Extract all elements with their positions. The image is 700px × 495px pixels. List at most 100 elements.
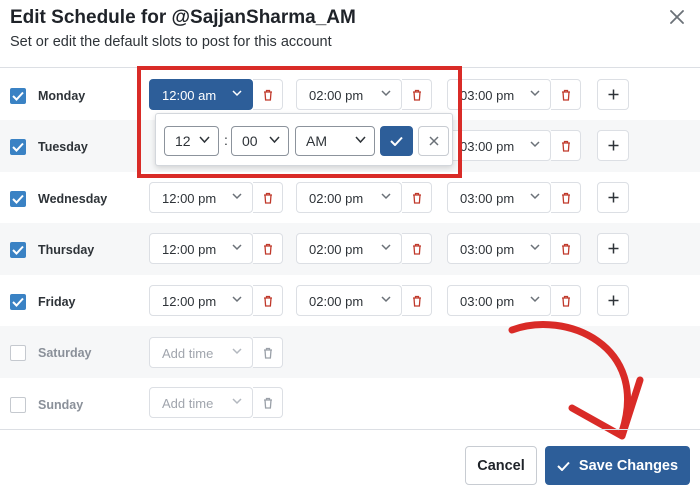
day-label-thursday: Thursday	[38, 243, 95, 257]
delete-slot-button[interactable]	[253, 285, 283, 316]
check-icon	[12, 297, 24, 307]
cancel-button[interactable]: Cancel	[465, 446, 537, 485]
delete-slot-button[interactable]	[551, 130, 581, 161]
plus-icon	[608, 295, 618, 306]
trash-icon	[263, 295, 272, 307]
time-slot-select[interactable]: 03:00 pm	[447, 130, 551, 161]
trash-icon	[561, 243, 570, 255]
time-slot-value: 02:00 pm	[309, 88, 364, 103]
time-slot-select[interactable]: 12:00 am	[149, 79, 253, 110]
close-button[interactable]	[664, 4, 690, 30]
time-slot-select[interactable]: 12:00 pm	[149, 285, 253, 316]
delete-slot-button[interactable]	[551, 79, 581, 110]
trash-icon	[263, 89, 272, 101]
delete-slot-button[interactable]	[551, 285, 581, 316]
plus-icon	[608, 140, 618, 151]
chevron-down-icon	[530, 244, 540, 251]
delete-slot-button[interactable]	[551, 182, 581, 213]
save-changes-button[interactable]: Save Changes	[545, 446, 690, 485]
chevron-down-icon	[381, 296, 391, 303]
checkbox-monday[interactable]	[10, 88, 26, 104]
checkbox-wednesday[interactable]	[10, 191, 26, 207]
add-time-placeholder: Add time	[162, 396, 214, 411]
checkmark-icon	[557, 461, 570, 471]
checkmark-icon	[390, 136, 403, 146]
dialog-subtitle: Set or edit the default slots to post fo…	[10, 34, 332, 50]
chevron-down-icon	[232, 398, 242, 405]
day-label-sunday: Sunday	[38, 398, 84, 412]
check-icon	[12, 142, 24, 152]
trash-icon	[412, 89, 421, 101]
checkbox-saturday[interactable]	[10, 345, 26, 361]
delete-slot-button[interactable]	[253, 182, 283, 213]
hour-select[interactable]: 12	[164, 126, 219, 156]
checkbox-sunday[interactable]	[10, 397, 26, 413]
chevron-down-icon	[199, 136, 210, 144]
minute-select[interactable]: 00	[231, 126, 289, 156]
chevron-down-icon	[381, 193, 391, 200]
time-slot-select[interactable]: 03:00 pm	[447, 79, 551, 110]
delete-slot-button[interactable]	[402, 285, 432, 316]
time-slot-select[interactable]: 02:00 pm	[296, 182, 402, 213]
time-slot-value: 12:00 pm	[162, 294, 217, 309]
hour-value: 12	[175, 133, 191, 149]
add-time-select[interactable]: Add time	[149, 387, 253, 418]
chevron-down-icon	[232, 244, 242, 251]
delete-slot-button[interactable]	[253, 387, 283, 418]
time-slot-select[interactable]: 02:00 pm	[296, 285, 402, 316]
confirm-time-button[interactable]	[380, 126, 413, 156]
add-slot-button[interactable]	[597, 233, 629, 264]
plus-icon	[608, 89, 618, 100]
chevron-down-icon	[232, 193, 242, 200]
delete-slot-button[interactable]	[253, 79, 283, 110]
trash-icon	[561, 89, 570, 101]
time-slot-select[interactable]: 03:00 pm	[447, 233, 551, 264]
checkbox-thursday[interactable]	[10, 242, 26, 258]
schedule-row-wednesday: Wednesday 12:00 pm 02:00 pm 03:00 pm	[0, 172, 700, 224]
trash-icon	[263, 192, 272, 204]
add-slot-button[interactable]	[597, 285, 629, 316]
dialog-header: Edit Schedule for @SajjanSharma_AM Set o…	[0, 0, 700, 68]
trash-icon	[412, 192, 421, 204]
time-slot-select[interactable]: 12:00 pm	[149, 182, 253, 213]
cancel-time-button[interactable]	[418, 126, 449, 156]
trash-icon	[263, 243, 272, 255]
time-slot-select[interactable]: 12:00 pm	[149, 233, 253, 264]
delete-slot-button[interactable]	[253, 337, 283, 368]
trash-icon	[263, 347, 272, 359]
time-slot-value: 12:00 pm	[162, 191, 217, 206]
add-time-placeholder: Add time	[162, 346, 214, 361]
delete-slot-button[interactable]	[402, 182, 432, 213]
plus-icon	[608, 243, 618, 254]
chevron-down-icon	[232, 348, 242, 355]
chevron-down-icon	[232, 296, 242, 303]
check-icon	[12, 245, 24, 255]
chevron-down-icon	[530, 141, 540, 148]
time-slot-select[interactable]: 02:00 pm	[296, 79, 402, 110]
schedule-row-sunday: Sunday Add time	[0, 378, 700, 430]
check-icon	[12, 91, 24, 101]
checkbox-tuesday[interactable]	[10, 139, 26, 155]
delete-slot-button[interactable]	[402, 233, 432, 264]
time-slot-value: 02:00 pm	[309, 191, 364, 206]
delete-slot-button[interactable]	[253, 233, 283, 264]
chevron-down-icon	[269, 136, 280, 144]
time-slot-select[interactable]: 03:00 pm	[447, 182, 551, 213]
delete-slot-button[interactable]	[402, 79, 432, 110]
period-select[interactable]: AM	[295, 126, 375, 156]
chevron-down-icon	[381, 244, 391, 251]
period-value: AM	[306, 133, 327, 149]
time-slot-select[interactable]: 03:00 pm	[447, 285, 551, 316]
time-separator: :	[224, 132, 228, 148]
add-slot-button[interactable]	[597, 79, 629, 110]
delete-slot-button[interactable]	[551, 233, 581, 264]
time-slot-value: 03:00 pm	[460, 88, 515, 103]
add-slot-button[interactable]	[597, 182, 629, 213]
time-slot-select[interactable]: 02:00 pm	[296, 233, 402, 264]
plus-icon	[608, 192, 618, 203]
checkbox-friday[interactable]	[10, 294, 26, 310]
chevron-down-icon	[355, 136, 366, 144]
close-icon	[670, 10, 684, 24]
add-slot-button[interactable]	[597, 130, 629, 161]
add-time-select[interactable]: Add time	[149, 337, 253, 368]
